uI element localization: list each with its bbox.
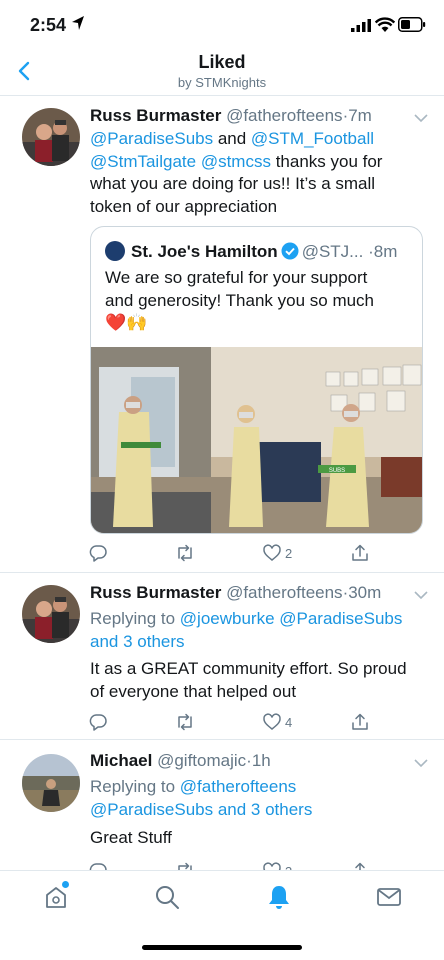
tweet-header: Michael @giftomajic·1h	[90, 751, 430, 771]
tweet-photo[interactable]: SUBS	[91, 347, 423, 534]
mention-link[interactable]: @StmTailgate	[90, 152, 196, 171]
author-handle: @fatherofteens	[226, 106, 343, 125]
page-subtitle: by STMKnights	[177, 75, 267, 90]
tweet-text: Great Stuff	[90, 828, 172, 847]
tweet-header: Russ Burmaster @fatherofteens·7m	[90, 106, 430, 126]
quoted-tweet[interactable]: St. Joe's Hamilton @STJ... ·8m We are so …	[90, 226, 423, 534]
tweet-time: ·1h	[246, 751, 271, 770]
replying-to: Replying to @fatherofteens @ParadiseSubs…	[90, 776, 430, 821]
status-bar: 2:54	[0, 0, 444, 50]
reply-button[interactable]	[88, 542, 108, 564]
share-button[interactable]	[350, 711, 370, 733]
notifications-icon[interactable]	[265, 883, 293, 911]
reply-icon	[89, 714, 107, 731]
tweet-actions: 4	[88, 711, 378, 733]
retweet-button[interactable]	[175, 711, 195, 733]
wifi-icon	[375, 17, 395, 32]
share-button[interactable]	[350, 542, 370, 564]
tweet-time: ·30m	[342, 583, 382, 602]
replying-others-link[interactable]: @ParadiseSubs and 3 others	[90, 799, 430, 822]
messages-icon[interactable]	[375, 883, 403, 911]
mention-link[interactable]: @joewburke	[180, 609, 275, 628]
retweet-button[interactable]	[175, 542, 195, 564]
quote-author-name: St. Joe's Hamilton	[131, 242, 278, 261]
author-handle: @fatherofteens	[226, 583, 343, 602]
author-name[interactable]: Russ Burmaster	[90, 106, 221, 125]
home-indicator[interactable]	[142, 945, 302, 950]
emoji-text: ❤️🙌	[105, 313, 148, 332]
retweet-icon	[178, 713, 192, 731]
replying-to: Replying to @joewburke @ParadiseSubs and…	[90, 608, 430, 653]
status-time: 2:54	[30, 15, 67, 35]
tweet-actions: 2	[88, 542, 378, 564]
search-icon[interactable]	[153, 883, 181, 911]
tweet[interactable]: Russ Burmaster @fatherofteens·7m @Paradi…	[0, 96, 444, 573]
author-name[interactable]: Russ Burmaster	[90, 583, 221, 602]
mention-link[interactable]: @STM_Football	[251, 129, 374, 148]
author-handle: @giftomajic	[157, 751, 247, 770]
chevron-down-icon[interactable]	[414, 758, 428, 768]
notification-dot	[62, 881, 69, 888]
nav-header: Liked by STMKnights	[0, 48, 444, 96]
tweet-header: Russ Burmaster @fatherofteens·30m	[90, 583, 430, 603]
avatar[interactable]	[22, 585, 80, 643]
like-icon	[263, 544, 281, 561]
bottom-tab-bar	[0, 870, 444, 960]
quote-author-handle: @STJ...	[301, 242, 364, 261]
quote-time: ·8m	[368, 242, 398, 261]
quote-header: St. Joe's Hamilton @STJ... ·8m	[105, 241, 412, 262]
verified-badge-icon	[281, 242, 299, 260]
chevron-down-icon[interactable]	[414, 590, 428, 600]
retweet-icon	[178, 544, 192, 562]
like-button[interactable]: 2	[262, 542, 292, 564]
chevron-down-icon[interactable]	[414, 113, 428, 123]
mention-link[interactable]: @ParadiseSubs	[275, 609, 402, 628]
author-name[interactable]: Michael	[90, 751, 152, 770]
location-arrow-icon	[72, 16, 84, 30]
tweet-text: @ParadiseSubs and @STM_Football @StmTail…	[90, 129, 383, 216]
reply-icon	[89, 545, 107, 562]
like-icon	[263, 713, 281, 730]
replying-others-link[interactable]: and 3 others	[90, 631, 430, 654]
battery-icon	[398, 17, 426, 32]
mention-link[interactable]: @fatherofteens	[180, 777, 297, 796]
cellular-signal-icon	[351, 19, 371, 32]
like-count: 2	[285, 545, 293, 561]
photo-sign-text: SUBS	[329, 468, 345, 474]
quote-avatar	[105, 241, 125, 261]
share-icon	[352, 713, 368, 730]
reply-button[interactable]	[88, 711, 108, 733]
quote-text: We are so grateful for your support and …	[105, 267, 410, 335]
like-count: 4	[285, 714, 293, 730]
tweet-text: It as a GREAT community effort. So proud…	[90, 659, 407, 701]
page-title: Liked	[198, 52, 246, 72]
like-button[interactable]: 4	[262, 711, 292, 733]
mention-link[interactable]: @stmcss	[201, 152, 271, 171]
mention-link[interactable]: @ParadiseSubs	[90, 129, 213, 148]
share-icon	[352, 544, 368, 561]
tweet-time: ·7m	[342, 106, 372, 125]
avatar[interactable]	[22, 754, 80, 812]
tweet[interactable]: Russ Burmaster @fatherofteens·30m Replyi…	[0, 573, 444, 740]
avatar[interactable]	[22, 108, 80, 166]
